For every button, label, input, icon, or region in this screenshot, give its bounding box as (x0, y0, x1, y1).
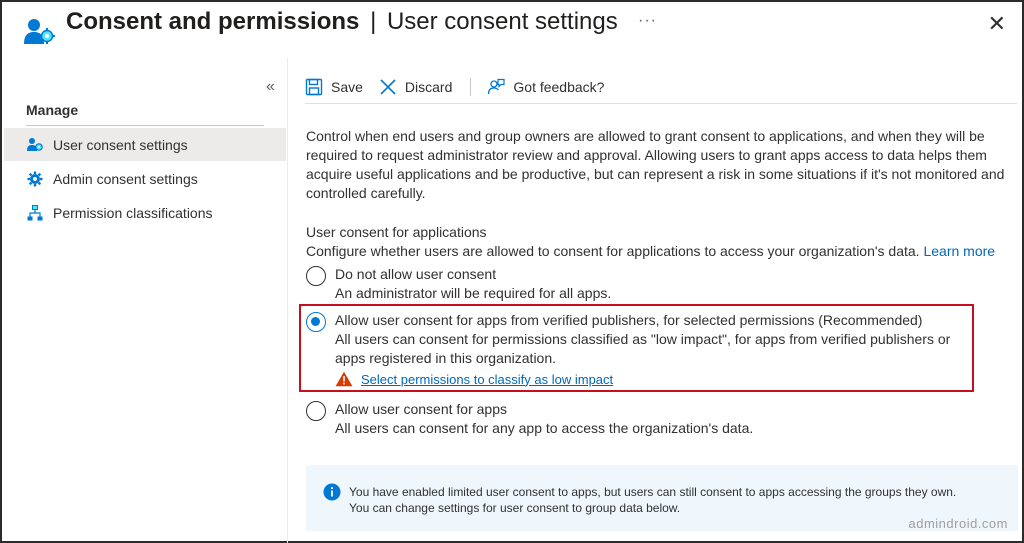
option-text: Do not allow user consent An administrat… (335, 265, 975, 303)
radio-do-not-allow[interactable] (306, 266, 326, 286)
gear-person-icon (26, 136, 44, 154)
sidebar-item-label: User consent settings (53, 136, 188, 153)
option-label: Do not allow user consent (335, 266, 497, 282)
info-banner-text: You have enabled limited user consent to… (349, 484, 1009, 516)
option-description: All users can consent for any app to acc… (335, 420, 754, 436)
sidebar-divider (287, 58, 288, 543)
command-bar: Save Discard Got feedback? (305, 70, 1017, 104)
option-description: All users can consent for permissions cl… (335, 331, 951, 366)
option-label: Allow user consent for apps from verifie… (335, 312, 923, 328)
page-title: Consent and permissions | User consent s… (66, 8, 618, 36)
info-line-2: You can change settings for user consent… (349, 501, 681, 515)
radio-verified-publishers[interactable] (306, 312, 326, 332)
collapse-sidebar-icon[interactable]: « (266, 78, 275, 96)
option-text: Allow user consent for apps from verifie… (335, 311, 975, 368)
section-description-text: Configure whether users are allowed to c… (306, 243, 920, 259)
page-description: Control when end users and group owners … (306, 128, 1005, 201)
close-icon[interactable]: ✕ (988, 12, 1006, 36)
toolbar-separator (470, 77, 472, 96)
warning-icon (335, 371, 353, 387)
sidebar-section-divider (26, 125, 264, 126)
discard-button[interactable]: Discard (379, 78, 452, 96)
watermark: admindroid.com (908, 516, 1008, 531)
more-options-icon[interactable]: ··· (638, 12, 657, 30)
page-title-separator: | (370, 8, 377, 35)
sidebar-item-label: Admin consent settings (53, 170, 198, 187)
sidebar-section-manage: Manage (26, 102, 79, 118)
sidebar-nav: User consent settings Admin consent sett… (4, 128, 286, 230)
discard-button-label: Discard (404, 78, 453, 95)
consent-permissions-app-icon (24, 19, 55, 44)
section-description: Configure whether users are allowed to c… (306, 243, 995, 259)
save-button-label: Save (331, 78, 363, 95)
option-text: Allow user consent for apps All users ca… (335, 400, 975, 438)
blade-header: Consent and permissions | User consent s… (2, 2, 1022, 58)
option-description: An administrator will be required for al… (335, 285, 612, 301)
page-title-sub: User consent settings (386, 8, 618, 35)
info-line-1: You have enabled limited user consent to… (349, 485, 957, 499)
save-button[interactable]: Save (305, 78, 363, 96)
sidebar-item-admin-consent-settings[interactable]: Admin consent settings (4, 162, 286, 195)
learn-more-link[interactable]: Learn more (923, 243, 995, 259)
feedback-icon (488, 78, 505, 94)
feedback-button-label: Got feedback? (513, 78, 605, 95)
feedback-button[interactable]: Got feedback? (487, 78, 604, 96)
select-permissions-link[interactable]: Select permissions to classify as low im… (361, 372, 613, 387)
gear-icon (26, 170, 44, 188)
option-label: Allow user consent for apps (335, 401, 507, 417)
discard-icon (380, 78, 396, 95)
sidebar: « Manage User consent settings Admin con… (4, 58, 286, 543)
window-frame: Consent and permissions | User consent s… (0, 0, 1024, 543)
section-title: User consent for applications (306, 224, 487, 240)
warning-row: Select permissions to classify as low im… (335, 371, 613, 387)
radio-allow-all-apps[interactable] (306, 401, 326, 421)
info-icon (323, 483, 341, 501)
sidebar-item-user-consent-settings[interactable]: User consent settings (4, 128, 286, 161)
hierarchy-icon (26, 204, 44, 222)
sidebar-item-permission-classifications[interactable]: Permission classifications (4, 196, 286, 229)
sidebar-item-label: Permission classifications (53, 204, 213, 221)
save-icon (305, 78, 323, 95)
page-title-main: Consent and permissions (66, 8, 360, 35)
